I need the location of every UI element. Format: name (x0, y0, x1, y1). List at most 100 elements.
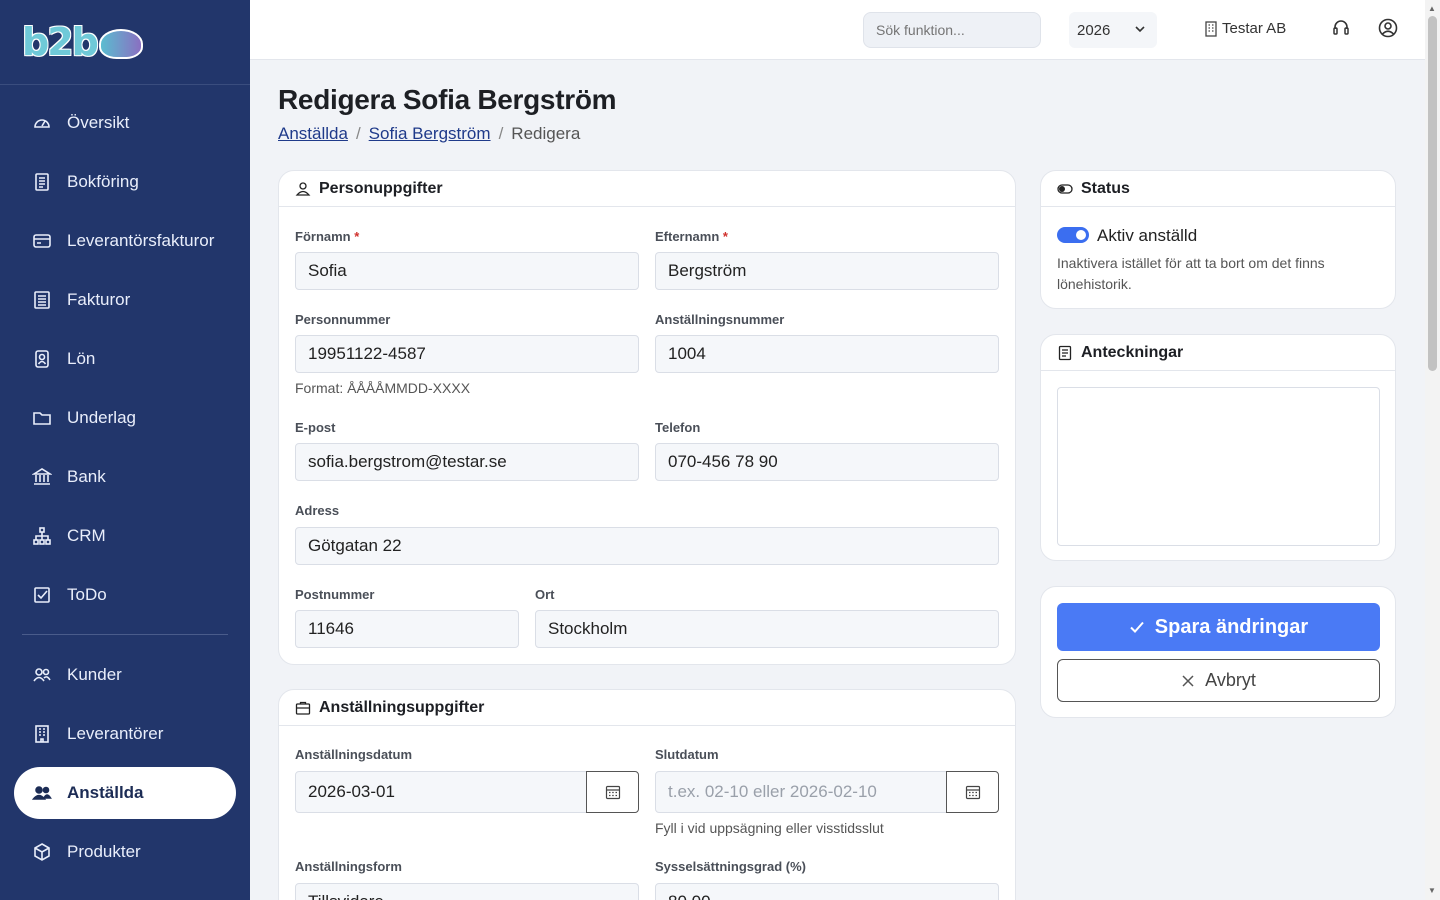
page-scrollbar[interactable]: ▲ ▼ (1425, 0, 1440, 900)
sidebar-item-label: Anställda (67, 783, 144, 802)
sidebar-item-fakturor[interactable]: Fakturor (14, 274, 236, 326)
sidebar-item-produkter[interactable]: Produkter (14, 826, 236, 878)
year-select[interactable]: 2026 (1069, 12, 1157, 48)
card-header: Anteckningar (1041, 335, 1395, 371)
card-header: Status (1041, 171, 1395, 207)
breadcrumb-link-anstallda[interactable]: Anställda (278, 124, 348, 143)
dashboard-icon (32, 113, 52, 133)
employee-number-field[interactable]: 1004 (655, 335, 999, 373)
sidebar-item-leverantorsfakturor[interactable]: Leverantörsfakturor (14, 215, 236, 267)
sidebar-item-bank[interactable]: Bank (14, 451, 236, 503)
logo[interactable]: b2b (0, 0, 250, 85)
employment-form-select[interactable]: Tillsvidare (295, 883, 639, 900)
sidebar-item-crm[interactable]: CRM (14, 510, 236, 562)
employment-info-card: Anställningsuppgifter Anställningsdatum … (278, 689, 1016, 900)
calendar-icon (605, 785, 620, 800)
breadcrumb: Anställda / Sofia Bergström / Redigera (278, 124, 580, 144)
sidebar-nav: Översikt Bokföring Leverantörsfakturor F… (0, 85, 250, 621)
postal-code-field[interactable]: 11646 (295, 610, 519, 648)
end-date-field[interactable]: t.ex. 02-10 eller 2026-02-10 (655, 771, 947, 813)
email-field[interactable]: sofia.bergstrom@testar.se (295, 443, 639, 481)
postal-code-label: Postnummer (295, 587, 375, 602)
card-title: Personuppgifter (319, 179, 443, 197)
scroll-up-icon[interactable]: ▲ (1428, 4, 1436, 13)
start-date-calendar-button[interactable] (586, 771, 639, 813)
card-title: Anteckningar (1081, 343, 1184, 361)
employment-degree-field[interactable]: 80.00 (655, 883, 999, 900)
sidebar-item-kunder[interactable]: Kunder (14, 649, 236, 701)
sidebar-item-todo[interactable]: ToDo (14, 569, 236, 621)
notes-icon (1058, 345, 1072, 360)
first-name-field[interactable]: Sofia (295, 252, 639, 290)
required-mark: * (354, 229, 360, 244)
sidebar-item-label: Underlag (67, 408, 136, 427)
sidebar: b2b Översikt Bokföring Leverantörsfaktur… (0, 0, 250, 900)
last-name-label: Efternamn * (655, 229, 728, 244)
org-chart-icon (32, 526, 52, 546)
email-label: E-post (295, 420, 336, 435)
close-icon (1182, 674, 1194, 687)
sidebar-item-label: ToDo (67, 585, 107, 604)
notes-card: Anteckningar (1040, 334, 1396, 561)
search-input[interactable] (863, 12, 1041, 48)
end-date-calendar-button[interactable] (946, 771, 999, 813)
topbar: 2026 Testar AB (250, 0, 1425, 60)
phone-field[interactable]: 070-456 78 90 (655, 443, 999, 481)
headset-icon[interactable] (1332, 18, 1350, 43)
last-name-field[interactable]: Bergström (655, 252, 999, 290)
actions-card: Spara ändringar Avbryt (1040, 586, 1396, 718)
sidebar-item-label: Fakturor (67, 290, 131, 309)
address-field[interactable]: Götgatan 22 (295, 527, 999, 565)
building-icon (1205, 20, 1217, 37)
chevron-down-icon (1133, 22, 1147, 40)
sidebar-item-underlag[interactable]: Underlag (14, 392, 236, 444)
notes-textarea[interactable] (1057, 387, 1380, 546)
user-avatar-icon[interactable] (1378, 18, 1398, 43)
address-label: Adress (295, 503, 340, 518)
cancel-button[interactable]: Avbryt (1057, 659, 1380, 702)
sidebar-item-label: Bank (67, 467, 106, 486)
logo-text: b2b (22, 20, 99, 64)
people-fill-icon (32, 783, 52, 803)
company-switcher[interactable]: Testar AB (1204, 20, 1286, 37)
sidebar-item-label: Översikt (67, 113, 130, 132)
start-date-field[interactable]: 2026-03-01 (295, 771, 587, 813)
city-field[interactable]: Stockholm (535, 610, 999, 648)
sidebar-item-label: Bokföring (67, 172, 139, 191)
city-label: Ort (535, 587, 555, 602)
sidebar-item-leverantorer[interactable]: Leverantörer (14, 708, 236, 760)
people-icon (32, 665, 52, 685)
sidebar-item-label: Leverantörsfakturor (67, 231, 215, 250)
active-toggle[interactable] (1057, 227, 1089, 243)
breadcrumb-current: Redigera (511, 124, 581, 143)
card-header: Personuppgifter (279, 171, 1015, 207)
bank-icon (32, 467, 52, 487)
save-button[interactable]: Spara ändringar (1057, 603, 1380, 651)
sidebar-item-lon[interactable]: Lön (14, 333, 236, 385)
sidebar-item-bokforing[interactable]: Bokföring (14, 156, 236, 208)
sidebar-item-label: Lön (67, 349, 96, 368)
status-description: Inaktivera istället för att ta bort om d… (1057, 255, 1325, 292)
card-title: Anställningsuppgifter (319, 698, 485, 716)
scroll-down-icon[interactable]: ▼ (1428, 886, 1436, 895)
checkbox-icon (32, 585, 52, 605)
scroll-thumb[interactable] (1428, 16, 1437, 371)
personnummer-field[interactable]: 19951122-4587 (295, 335, 639, 373)
building-icon (32, 724, 52, 744)
logo-mascot-icon (98, 29, 143, 59)
start-date-label: Anställningsdatum (295, 747, 413, 762)
employment-degree-label: Sysselsättningsgrad (%) (655, 859, 806, 874)
sidebar-item-anstallda[interactable]: Anställda (14, 767, 236, 819)
folder-icon (32, 408, 52, 428)
breadcrumb-link-employee[interactable]: Sofia Bergström (369, 124, 491, 143)
sidebar-item-oversikt[interactable]: Översikt (14, 97, 236, 149)
ledger-icon (32, 172, 52, 192)
phone-label: Telefon (655, 420, 701, 435)
save-button-label: Spara ändringar (1154, 615, 1309, 638)
cancel-button-label: Avbryt (1205, 670, 1256, 690)
card-header: Anställningsuppgifter (279, 690, 1015, 726)
box-icon (32, 842, 52, 862)
sidebar-item-label: Kunder (67, 665, 122, 684)
sidebar-item-label: Produkter (67, 842, 141, 861)
required-mark: * (722, 229, 728, 244)
